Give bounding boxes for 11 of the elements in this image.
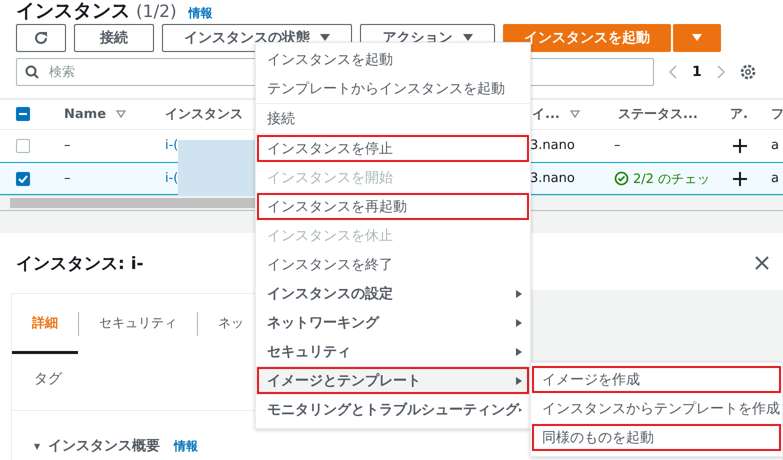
status-check: 2/2 のチェッ <box>612 170 725 188</box>
page-title: インスタンス <box>16 0 130 24</box>
table-cell-text: – <box>63 138 72 153</box>
table-cell-text: a <box>770 138 780 153</box>
table-cell-text: 3.nano <box>530 171 576 186</box>
table-cell-text: a <box>770 171 780 186</box>
selection-count: (1/2) <box>136 2 177 22</box>
status-check: – <box>613 138 622 153</box>
table-cell-text: – <box>63 171 72 186</box>
details-title: インスタンス: i- <box>16 252 144 274</box>
table-cell-text: 3.nano <box>530 138 576 153</box>
